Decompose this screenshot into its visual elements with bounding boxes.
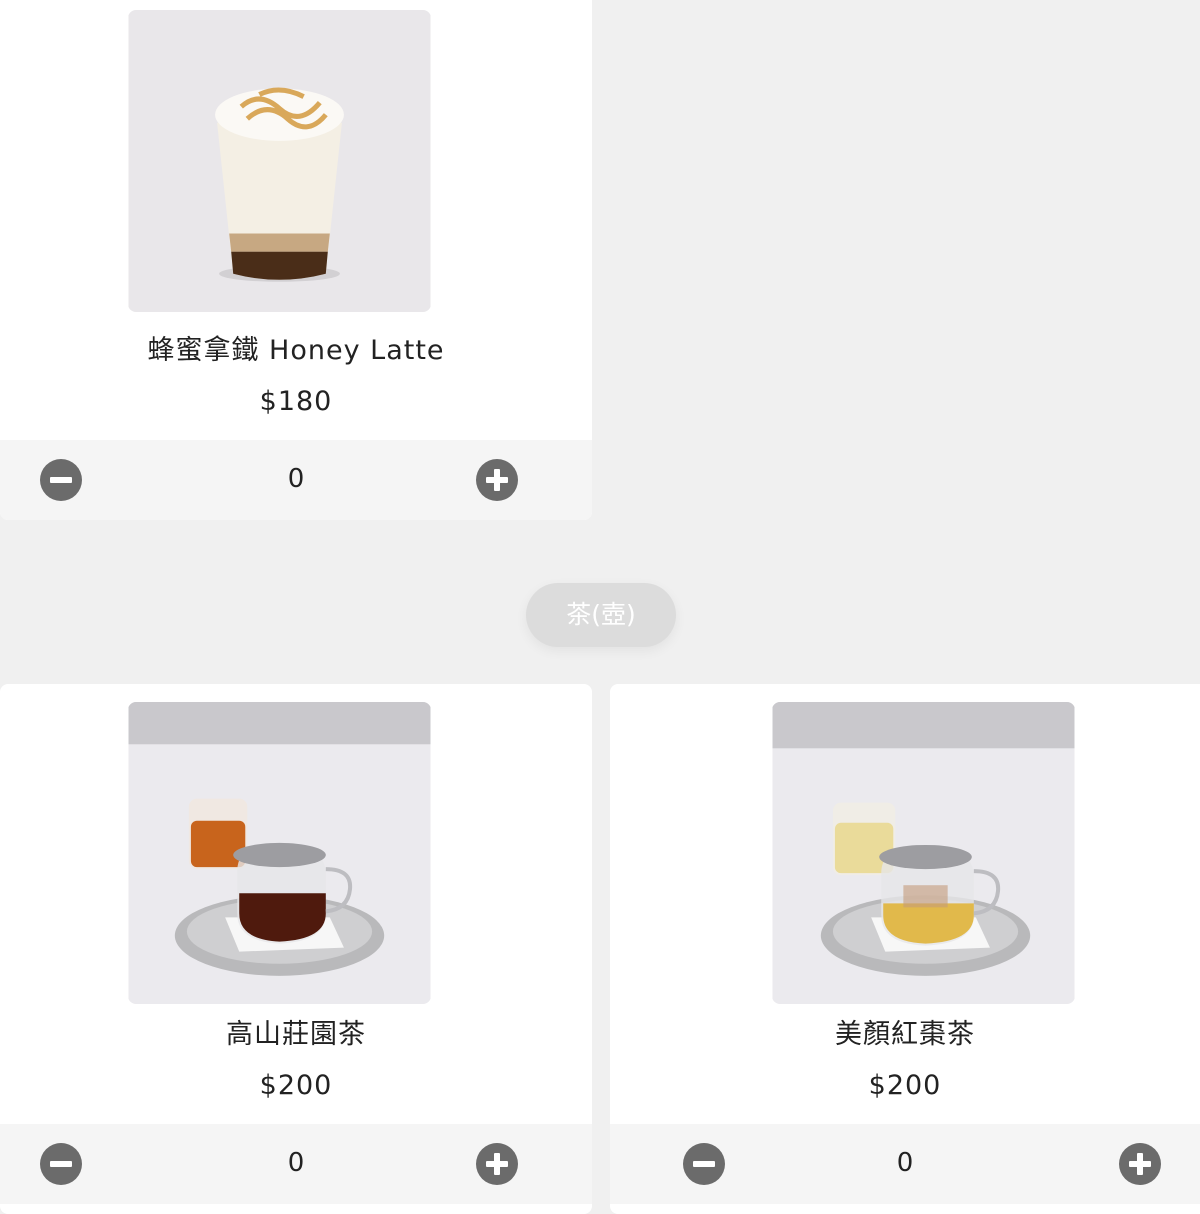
plus-circle-icon[interactable] xyxy=(1119,1143,1161,1185)
plus-circle-icon[interactable] xyxy=(476,459,518,501)
product-price: $180 xyxy=(259,386,333,417)
product-price: $200 xyxy=(868,1070,942,1101)
product-name: 高山莊園茶 xyxy=(226,1019,366,1050)
quantity-stepper: 0 xyxy=(610,1124,1200,1204)
product-price: $200 xyxy=(259,1070,333,1101)
product-card-honey-latte: 蜂蜜拿鐵 Honey Latte $180 0 xyxy=(0,0,592,520)
product-name: 蜂蜜拿鐵 Honey Latte xyxy=(147,335,445,366)
quantity-value: 0 xyxy=(896,1148,914,1178)
plus-circle-icon[interactable] xyxy=(476,1143,518,1185)
quantity-stepper: 0 xyxy=(0,440,592,520)
product-card-red-date-tea: 美顏紅棗茶 $200 0 xyxy=(610,684,1200,1214)
quantity-stepper: 0 xyxy=(0,1124,592,1204)
product-image-mountain-tea[interactable] xyxy=(128,702,431,1004)
product-image-honey-latte[interactable] xyxy=(128,10,431,312)
product-image-red-date-tea[interactable] xyxy=(772,702,1075,1004)
category-tab-tea-pot[interactable]: 茶(壺) xyxy=(526,583,676,647)
product-name: 美顏紅棗茶 xyxy=(835,1019,975,1050)
product-card-mountain-tea: 高山莊園茶 $200 0 xyxy=(0,684,592,1214)
